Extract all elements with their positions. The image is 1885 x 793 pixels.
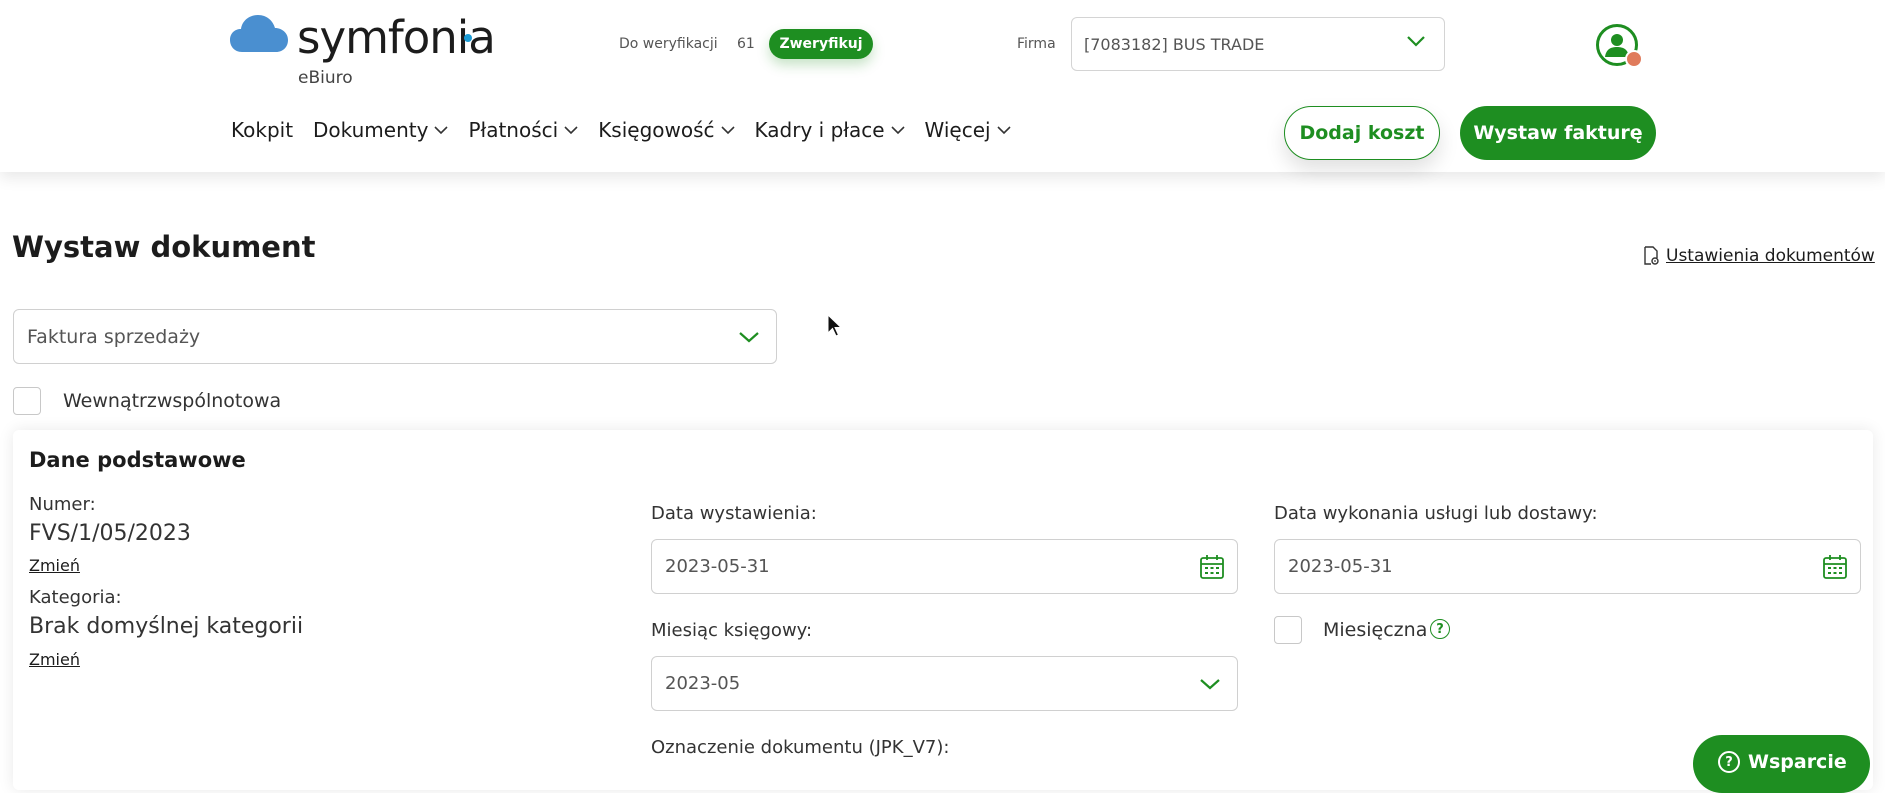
nav-item-label: Kadry i płace: [754, 118, 885, 142]
delivery-date-field[interactable]: 2023-05-31: [1274, 539, 1861, 594]
issue-invoice-button[interactable]: Wystaw fakturę: [1460, 106, 1656, 160]
nav-item-kokpit[interactable]: Kokpit: [231, 118, 293, 142]
basic-data-card: [13, 430, 1873, 790]
support-label: Wsparcie: [1748, 751, 1847, 773]
question-icon: ?: [1718, 751, 1740, 773]
calendar-icon[interactable]: [1199, 554, 1225, 580]
nav-item-label: Więcej: [924, 118, 991, 142]
verify-button[interactable]: Zweryfikuj: [769, 29, 873, 59]
chevron-down-icon: [1200, 679, 1220, 690]
number-label: Numer:: [29, 494, 96, 515]
change-number-link[interactable]: Zmień: [29, 556, 80, 575]
accounting-month-value: 2023-05: [665, 673, 741, 694]
number-value: FVS/1/05/2023: [29, 521, 191, 546]
verification-count: 61: [737, 36, 755, 52]
calendar-icon[interactable]: [1822, 554, 1848, 580]
document-settings-link[interactable]: Ustawienia dokumentów: [1642, 246, 1875, 266]
monthly-label: Miesięczna: [1323, 619, 1428, 641]
chevron-down-icon: [434, 126, 449, 135]
issue-date-field[interactable]: 2023-05-31: [651, 539, 1238, 594]
nav-item-kadry[interactable]: Kadry i płace: [755, 118, 905, 142]
brand-dot: [464, 34, 472, 42]
cloud-logo-icon: [230, 15, 288, 52]
monthly-checkbox[interactable]: [1274, 616, 1302, 644]
chevron-down-icon: [997, 126, 1011, 135]
chevron-down-icon: [739, 332, 759, 343]
intra-community-label: Wewnątrzwspólnotowa: [63, 390, 282, 412]
company-select[interactable]: [7083182] BUS TRADE: [1071, 17, 1445, 71]
nav-item-label: Płatności: [468, 118, 559, 142]
page-title: Wystaw dokument: [12, 230, 316, 264]
company-label: Firma: [1017, 36, 1056, 52]
intra-community-checkbox[interactable]: [13, 387, 41, 415]
add-cost-button[interactable]: Dodaj koszt: [1284, 106, 1440, 160]
main-nav: Kokpit Dokumenty Płatności Księgowość Ka…: [231, 118, 1011, 142]
chevron-down-icon: [564, 126, 578, 135]
help-icon[interactable]: ?: [1430, 619, 1450, 639]
support-button[interactable]: ? Wsparcie: [1693, 735, 1870, 793]
verification-label: Do weryfikacji: [619, 36, 718, 52]
category-label: Kategoria:: [29, 587, 122, 608]
issue-date-label: Data wystawienia:: [651, 503, 817, 524]
document-type-select[interactable]: Faktura sprzedaży: [13, 309, 777, 364]
product-name: eBiuro: [298, 68, 353, 88]
chevron-down-icon: [890, 126, 905, 135]
category-value: Brak domyślnej kategorii: [29, 614, 304, 639]
chevron-down-icon: [720, 126, 735, 135]
nav-item-ksiegowosc[interactable]: Księgowość: [598, 118, 735, 142]
document-settings-label: Ustawienia dokumentów: [1666, 246, 1875, 266]
mouse-cursor-icon: [827, 314, 843, 337]
change-category-link[interactable]: Zmień: [29, 650, 80, 669]
chevron-down-icon: [1407, 36, 1425, 47]
nav-item-label: Księgowość: [598, 118, 715, 142]
nav-item-wiecej[interactable]: Więcej: [925, 118, 1011, 142]
delivery-date-value: 2023-05-31: [1288, 556, 1393, 577]
accounting-month-select[interactable]: 2023-05: [651, 656, 1238, 711]
nav-item-platnosci[interactable]: Płatności: [468, 118, 578, 142]
issue-date-value: 2023-05-31: [665, 556, 770, 577]
nav-item-dokumenty[interactable]: Dokumenty: [313, 118, 449, 142]
nav-item-label: Dokumenty: [313, 118, 429, 142]
company-select-value: [7083182] BUS TRADE: [1084, 35, 1265, 54]
top-header: symfonia eBiuro Do weryfikacji 61 Zweryf…: [0, 0, 1885, 172]
document-type-value: Faktura sprzedaży: [27, 326, 201, 348]
nav-item-label: Kokpit: [231, 118, 294, 142]
basic-data-title: Dane podstawowe: [29, 448, 246, 472]
jpk-label: Oznaczenie dokumentu (JPK_V7):: [651, 737, 950, 758]
settings-document-icon: [1644, 246, 1659, 265]
delivery-date-label: Data wykonania usługi lub dostawy:: [1274, 503, 1598, 524]
accounting-month-label: Miesiąc księgowy:: [651, 620, 813, 641]
avatar-status-dot: [1625, 50, 1643, 68]
